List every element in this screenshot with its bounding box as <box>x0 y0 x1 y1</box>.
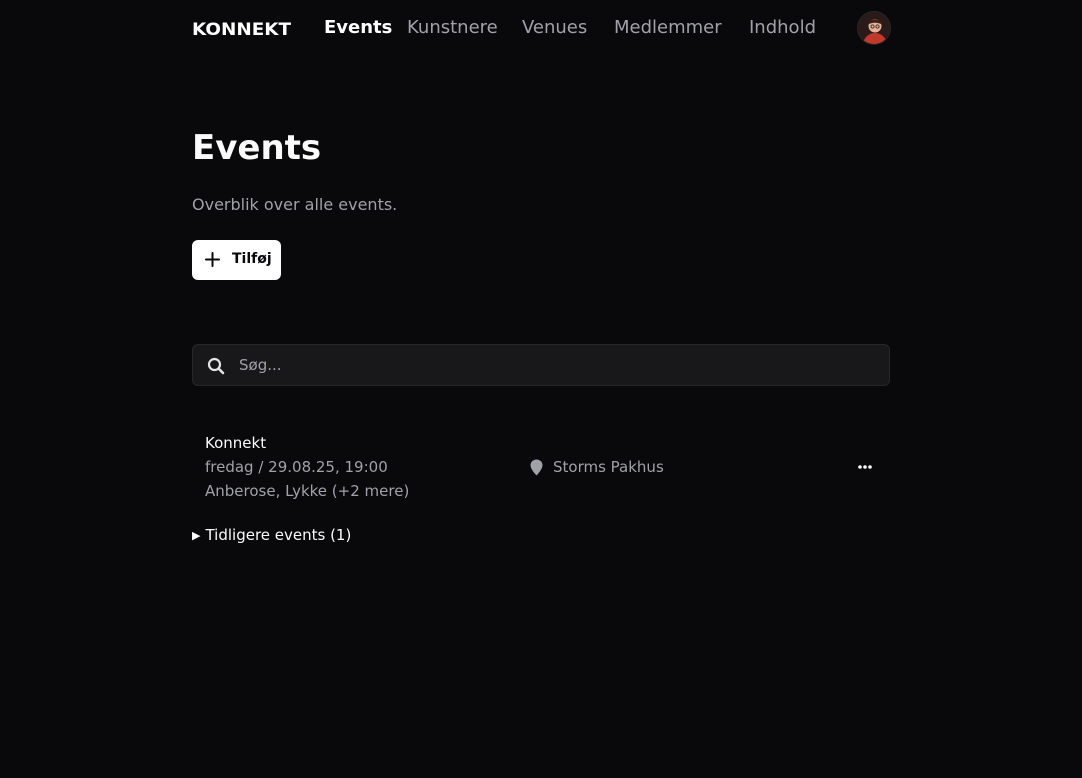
more-horizontal-icon <box>858 465 872 469</box>
page-subtitle: Overblik over alle events. <box>192 195 398 214</box>
user-avatar[interactable] <box>857 11 891 45</box>
nav-link-indhold[interactable]: Indhold <box>749 17 816 38</box>
nav-link-venues[interactable]: Venues <box>522 17 587 38</box>
event-venue: Storms Pakhus <box>553 458 664 476</box>
event-actions-button[interactable] <box>852 456 878 478</box>
top-navigation: KONNEKT Events Kunstnere Venues Medlemme… <box>0 0 1082 56</box>
avatar-image <box>858 12 890 44</box>
search-input[interactable] <box>239 345 879 385</box>
event-row[interactable]: Konnekt fredag / 29.08.25, 19:00 Anberos… <box>192 428 890 512</box>
plus-icon <box>205 252 220 267</box>
past-events-label: Tidligere events (1) <box>205 526 352 544</box>
map-pin-icon <box>530 459 543 476</box>
past-events-toggle[interactable]: ▶ Tidligere events (1) <box>192 526 351 544</box>
search-box <box>192 344 890 386</box>
add-event-button[interactable]: Tilføj <box>192 240 281 280</box>
nav-link-kunstnere[interactable]: Kunstnere <box>407 17 498 38</box>
add-event-label: Tilføj <box>232 251 272 267</box>
search-icon <box>207 357 225 375</box>
page-title: Events <box>192 128 322 168</box>
disclosure-triangle-icon: ▶ <box>192 529 201 542</box>
event-artists: Anberose, Lykke (+2 mere) <box>205 482 410 500</box>
event-name: Konnekt <box>205 434 267 452</box>
event-date: fredag / 29.08.25, 19:00 <box>205 458 388 476</box>
nav-link-medlemmer[interactable]: Medlemmer <box>614 17 722 38</box>
konnekt-logo[interactable]: KONNEKT <box>192 20 291 40</box>
nav-link-events[interactable]: Events <box>324 17 392 38</box>
